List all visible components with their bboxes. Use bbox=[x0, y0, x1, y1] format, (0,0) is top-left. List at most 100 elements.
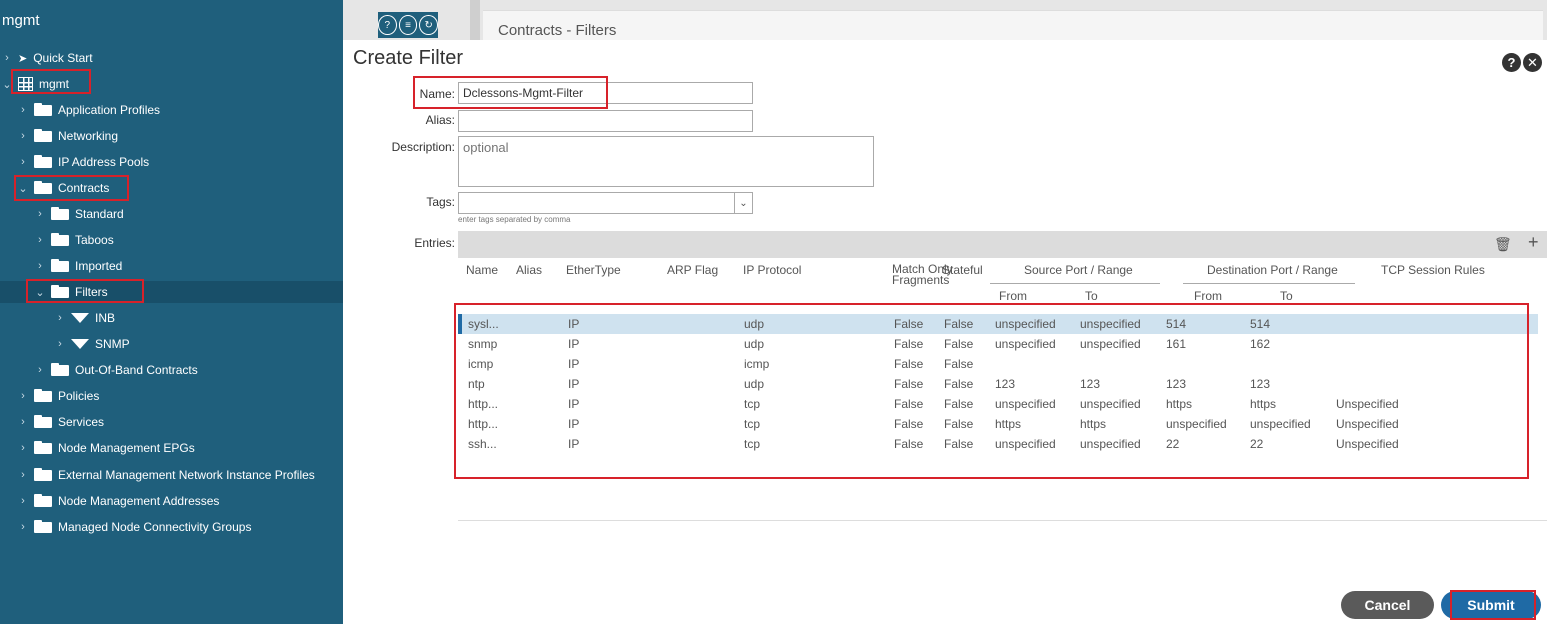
tags-input[interactable] bbox=[458, 192, 753, 214]
sidebar-item-networking[interactable]: › Networking bbox=[18, 125, 118, 147]
table-row[interactable]: icmp IP icmp False False bbox=[458, 354, 1538, 374]
folder-icon bbox=[51, 258, 69, 272]
col-header-alias[interactable]: Alias bbox=[516, 263, 542, 277]
table-row[interactable]: http... IP tcp False False https https u… bbox=[458, 414, 1538, 434]
description-label: Description: bbox=[391, 140, 455, 154]
filter-icon bbox=[71, 339, 89, 349]
chevron-right-icon[interactable]: › bbox=[18, 130, 28, 142]
panel-divider bbox=[470, 0, 480, 40]
sidebar-item-out-of-band-contracts[interactable]: › Out-Of-Band Contracts bbox=[35, 359, 198, 381]
folder-icon bbox=[34, 388, 52, 402]
chevron-right-icon[interactable]: › bbox=[2, 52, 12, 64]
close-icon[interactable]: ✕ bbox=[1523, 53, 1542, 72]
chevron-right-icon[interactable]: › bbox=[35, 208, 45, 220]
table-row[interactable]: http... IP tcp False False unspecified u… bbox=[458, 394, 1538, 414]
chevron-down-icon[interactable]: ⌄ bbox=[2, 78, 12, 91]
col-header-tcp-session-rules[interactable]: TCP Session Rules bbox=[1381, 263, 1485, 277]
sidebar-title: mgmt bbox=[2, 12, 40, 29]
col-header-destination-to[interactable]: To bbox=[1280, 289, 1293, 303]
folder-icon bbox=[34, 467, 52, 481]
table-row[interactable]: ntp IP udp False False 123 123 123 123 bbox=[458, 374, 1538, 394]
sidebar-item-node-management-epgs[interactable]: › Node Management EPGs bbox=[18, 437, 195, 459]
breadcrumb: Contracts - Filters bbox=[498, 22, 617, 39]
table-row[interactable]: snmp IP udp False False unspecified unsp… bbox=[458, 334, 1538, 354]
folder-icon bbox=[34, 102, 52, 116]
folder-icon bbox=[34, 414, 52, 428]
folder-icon bbox=[51, 362, 69, 376]
sidebar-item-services[interactable]: › Services bbox=[18, 411, 104, 433]
chevron-right-icon[interactable]: › bbox=[35, 260, 45, 272]
chevron-down-icon[interactable]: ⌄ bbox=[35, 286, 45, 299]
sidebar-item-imported[interactable]: › Imported bbox=[35, 255, 122, 277]
chevron-right-icon[interactable]: › bbox=[18, 442, 28, 454]
sidebar-item-ip-address-pools[interactable]: › IP Address Pools bbox=[18, 151, 149, 173]
folder-icon bbox=[34, 493, 52, 507]
chevron-right-icon[interactable]: › bbox=[55, 338, 65, 350]
chevron-right-icon[interactable]: › bbox=[18, 156, 28, 168]
sidebar-item-external-management-network-instance-profiles[interactable]: › External Management Network Instance P… bbox=[18, 464, 315, 486]
col-header-arp-flag[interactable]: ARP Flag bbox=[667, 263, 718, 277]
chevron-right-icon[interactable]: › bbox=[18, 416, 28, 428]
name-label: Name: bbox=[419, 87, 455, 101]
cancel-button[interactable]: Cancel bbox=[1341, 591, 1434, 619]
add-entry-icon[interactable]: + bbox=[1528, 232, 1539, 253]
col-header-ip-protocol[interactable]: IP Protocol bbox=[743, 263, 801, 277]
sidebar-list-icon[interactable]: ≡ bbox=[398, 15, 418, 35]
folder-icon bbox=[34, 180, 52, 194]
sidebar-item-filters[interactable]: ⌄ Filters bbox=[0, 281, 343, 303]
source-group-divider bbox=[990, 283, 1160, 284]
filter-icon bbox=[71, 313, 89, 323]
folder-icon bbox=[34, 128, 52, 142]
sidebar-help-icon[interactable]: ? bbox=[378, 15, 397, 35]
table-bottom-divider bbox=[458, 520, 1547, 521]
description-field[interactable] bbox=[458, 136, 874, 187]
col-header-stateful[interactable]: Stateful bbox=[942, 263, 983, 277]
sidebar-item-managed-node-connectivity-groups[interactable]: › Managed Node Connectivity Groups bbox=[18, 516, 251, 538]
chevron-right-icon[interactable]: › bbox=[35, 234, 45, 246]
chevron-right-icon[interactable]: › bbox=[18, 390, 28, 402]
chevron-right-icon[interactable]: › bbox=[18, 521, 28, 533]
chevron-right-icon[interactable]: › bbox=[18, 495, 28, 507]
sidebar-item-application-profiles[interactable]: › Application Profiles bbox=[18, 99, 160, 121]
name-input[interactable] bbox=[458, 82, 753, 104]
col-header-source-to[interactable]: To bbox=[1085, 289, 1098, 303]
chevron-right-icon[interactable]: › bbox=[55, 312, 65, 324]
sidebar-item-contracts[interactable]: ⌄ Contracts bbox=[18, 177, 109, 199]
sidebar-item-snmp[interactable]: › SNMP bbox=[55, 333, 130, 355]
table-row[interactable]: sysl... IP udp False False unspecified u… bbox=[458, 314, 1538, 334]
sidebar-item-mgmt[interactable]: ⌄ mgmt bbox=[2, 73, 69, 95]
folder-icon bbox=[51, 206, 69, 220]
chevron-down-icon[interactable]: ⌄ bbox=[18, 182, 28, 195]
sidebar-item-standard[interactable]: › Standard bbox=[35, 203, 124, 225]
col-header-destination-from[interactable]: From bbox=[1194, 289, 1222, 303]
col-header-source-from[interactable]: From bbox=[999, 289, 1027, 303]
sidebar-refresh-icon[interactable]: ↻ bbox=[419, 15, 439, 35]
quick-start-icon: ➤ bbox=[18, 52, 28, 65]
col-header-source-port-range[interactable]: Source Port / Range bbox=[1024, 263, 1133, 277]
alias-input[interactable] bbox=[458, 110, 753, 132]
tags-hint: enter tags separated by comma bbox=[458, 215, 571, 224]
col-header-destination-port-range[interactable]: Destination Port / Range bbox=[1207, 263, 1338, 277]
chevron-right-icon[interactable]: › bbox=[18, 469, 28, 481]
submit-button[interactable]: Submit bbox=[1441, 591, 1541, 619]
folder-icon bbox=[51, 232, 69, 246]
sidebar-item-node-management-addresses[interactable]: › Node Management Addresses bbox=[18, 490, 219, 512]
col-header-ethertype[interactable]: EtherType bbox=[566, 263, 621, 277]
trash-icon[interactable]: 🗑 bbox=[1494, 236, 1512, 253]
help-icon[interactable]: ? bbox=[1502, 53, 1521, 72]
sidebar-item-quick-start[interactable]: › ➤ Quick Start bbox=[2, 47, 92, 69]
entries-label: Entries: bbox=[414, 236, 455, 250]
breadcrumb-bar bbox=[483, 10, 1543, 40]
header-strip: Contracts - Filters bbox=[343, 0, 1547, 40]
sidebar-item-inb[interactable]: › INB bbox=[55, 307, 115, 329]
sidebar-item-policies[interactable]: › Policies bbox=[18, 385, 99, 407]
chevron-right-icon[interactable]: › bbox=[35, 364, 45, 376]
chevron-down-icon[interactable]: ⌄ bbox=[734, 193, 752, 213]
folder-icon bbox=[34, 440, 52, 454]
sidebar-toolbar: ? ≡ ↻ bbox=[378, 12, 439, 38]
table-row[interactable]: ssh... IP tcp False False unspecified un… bbox=[458, 434, 1538, 454]
sidebar-item-taboos[interactable]: › Taboos bbox=[35, 229, 114, 251]
col-header-name[interactable]: Name bbox=[466, 263, 498, 277]
folder-icon bbox=[34, 154, 52, 168]
chevron-right-icon[interactable]: › bbox=[18, 104, 28, 116]
